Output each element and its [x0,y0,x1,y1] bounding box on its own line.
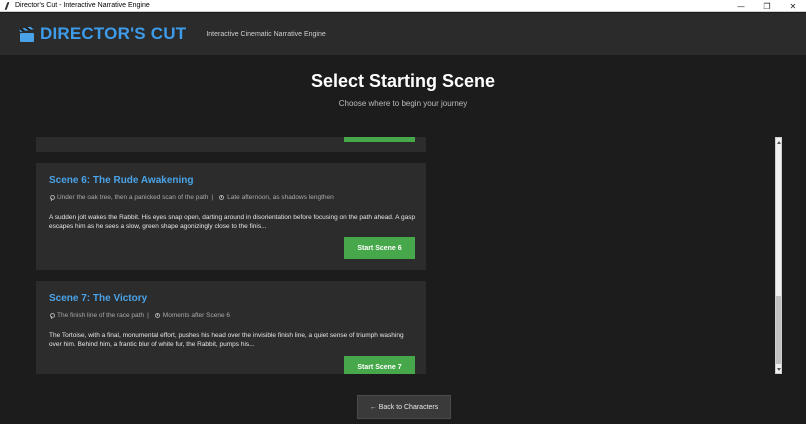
start-scene-button-partial[interactable] [344,137,415,142]
scene-description: The Tortoise, with a final, monumental e… [49,332,404,348]
location-pin-icon [49,312,55,319]
clapperboard-icon [19,26,34,42]
start-scene-6-button[interactable]: Start Scene 6 [344,237,415,259]
back-to-characters-button[interactable]: ← Back to Characters [357,395,451,419]
scene-card: Scene 7: The Victory The finish line of … [36,281,426,374]
scene-list-scrollbar[interactable] [775,137,782,374]
scene-title: Scene 7: The Victory [49,293,148,304]
page-title: Select Starting Scene [310,71,496,91]
scrollbar-thumb[interactable] [776,296,781,364]
close-button[interactable]: ✕ [780,0,806,12]
window-controls: — ❐ ✕ [728,0,806,12]
clock-icon [154,313,160,318]
scene-time: Late afternoon, as shadows lengthen [227,194,334,201]
app-brand: DIRECTOR'S CUT [40,24,187,43]
window-titlebar: Director's Cut - Interactive Narrative E… [0,0,806,12]
app-header: DIRECTOR'S CUT Interactive Cinematic Nar… [0,13,806,55]
location-pin-icon [49,194,55,201]
clock-icon [219,195,225,200]
scroll-up-arrow-icon[interactable] [776,138,781,146]
meta-separator: | [211,194,214,201]
app-tagline: Interactive Cinematic Narrative Engine [206,30,326,38]
minimize-button[interactable]: — [728,0,754,12]
scene-description: A sudden jolt wakes the Rabbit. His eyes… [49,214,416,230]
scene-card: Scene 6: The Rude Awakening Under the oa… [36,163,426,270]
scene-location: The finish line of the race path [57,312,145,319]
page-subtitle: Choose where to begin your journey [338,99,468,108]
window-title: Director's Cut - Interactive Narrative E… [15,2,150,9]
meta-separator: | [147,312,149,319]
scroll-down-arrow-icon[interactable] [776,365,781,373]
scene-title: Scene 6: The Rude Awakening [49,175,194,186]
scene-meta: Under the oak tree, then a panicked scan… [49,194,334,201]
start-scene-7-button[interactable]: Start Scene 7 [344,356,415,374]
scene-time: Moments after Scene 6 [162,312,230,319]
scene-card-partial [36,137,426,152]
feather-icon [4,2,10,10]
scene-meta: The finish line of the race path | Momen… [49,312,230,319]
scene-list[interactable]: Scene 6: The Rude Awakening Under the oa… [36,137,428,374]
restore-button[interactable]: ❐ [754,0,780,12]
scene-location: Under the oak tree, then a panicked scan… [57,194,209,201]
